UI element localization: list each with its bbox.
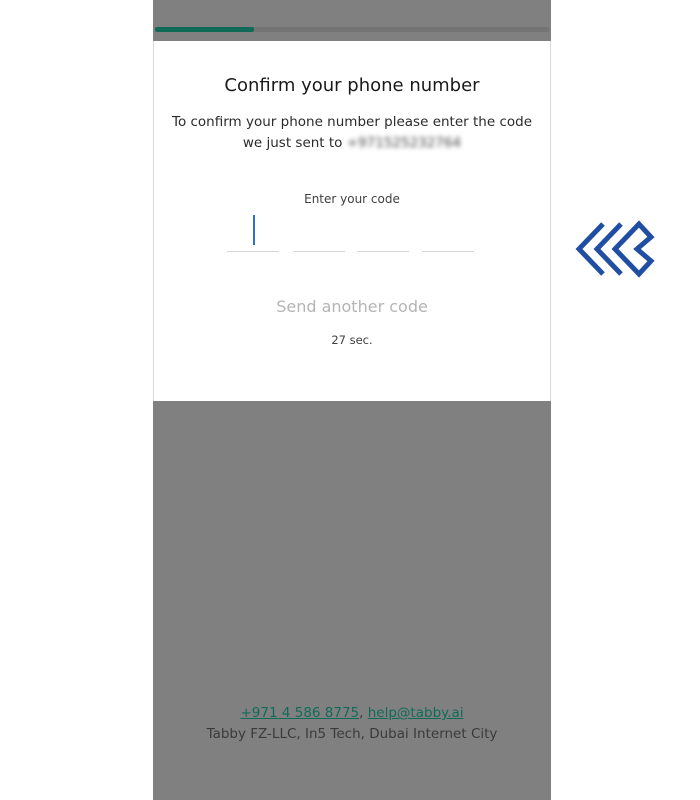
card-description: To confirm your phone number please ente… [162,112,542,154]
text-caret [253,215,255,245]
progress-bar-fill [155,27,254,32]
email-link[interactable]: help@tabby.ai [368,705,464,721]
verification-card: Confirm your phone number To confirm you… [153,41,551,401]
footer-address: Tabby FZ-LLC, In5 Tech, Dubai Internet C… [206,726,498,742]
code-digit-4[interactable] [422,215,474,252]
progress-bar [155,27,549,32]
code-digit-2[interactable] [293,215,345,252]
page: Confirm your phone number To confirm you… [0,0,700,800]
phone-link[interactable]: +971 4 586 8775 [240,705,359,721]
code-input-group [227,215,479,253]
send-another-code-button[interactable]: Send another code [154,297,550,316]
card-title: Confirm your phone number [224,75,480,96]
code-digit-1[interactable] [227,215,279,252]
footer-separator: , [359,705,364,721]
footer-contacts: +971 4 586 8775, help@tabby.ai [153,703,551,724]
mobile-viewport: Confirm your phone number To confirm you… [153,0,551,800]
code-label: Enter your code [304,192,400,206]
resend-timer: 27 sec. [331,333,373,347]
code-digit-3[interactable] [357,215,409,252]
blurred-phone-number: +971525232764 [346,135,462,151]
footer: +971 4 586 8775, help@tabby.ai Tabby FZ-… [153,703,551,745]
double-chevron-left-logo-icon [575,220,655,278]
